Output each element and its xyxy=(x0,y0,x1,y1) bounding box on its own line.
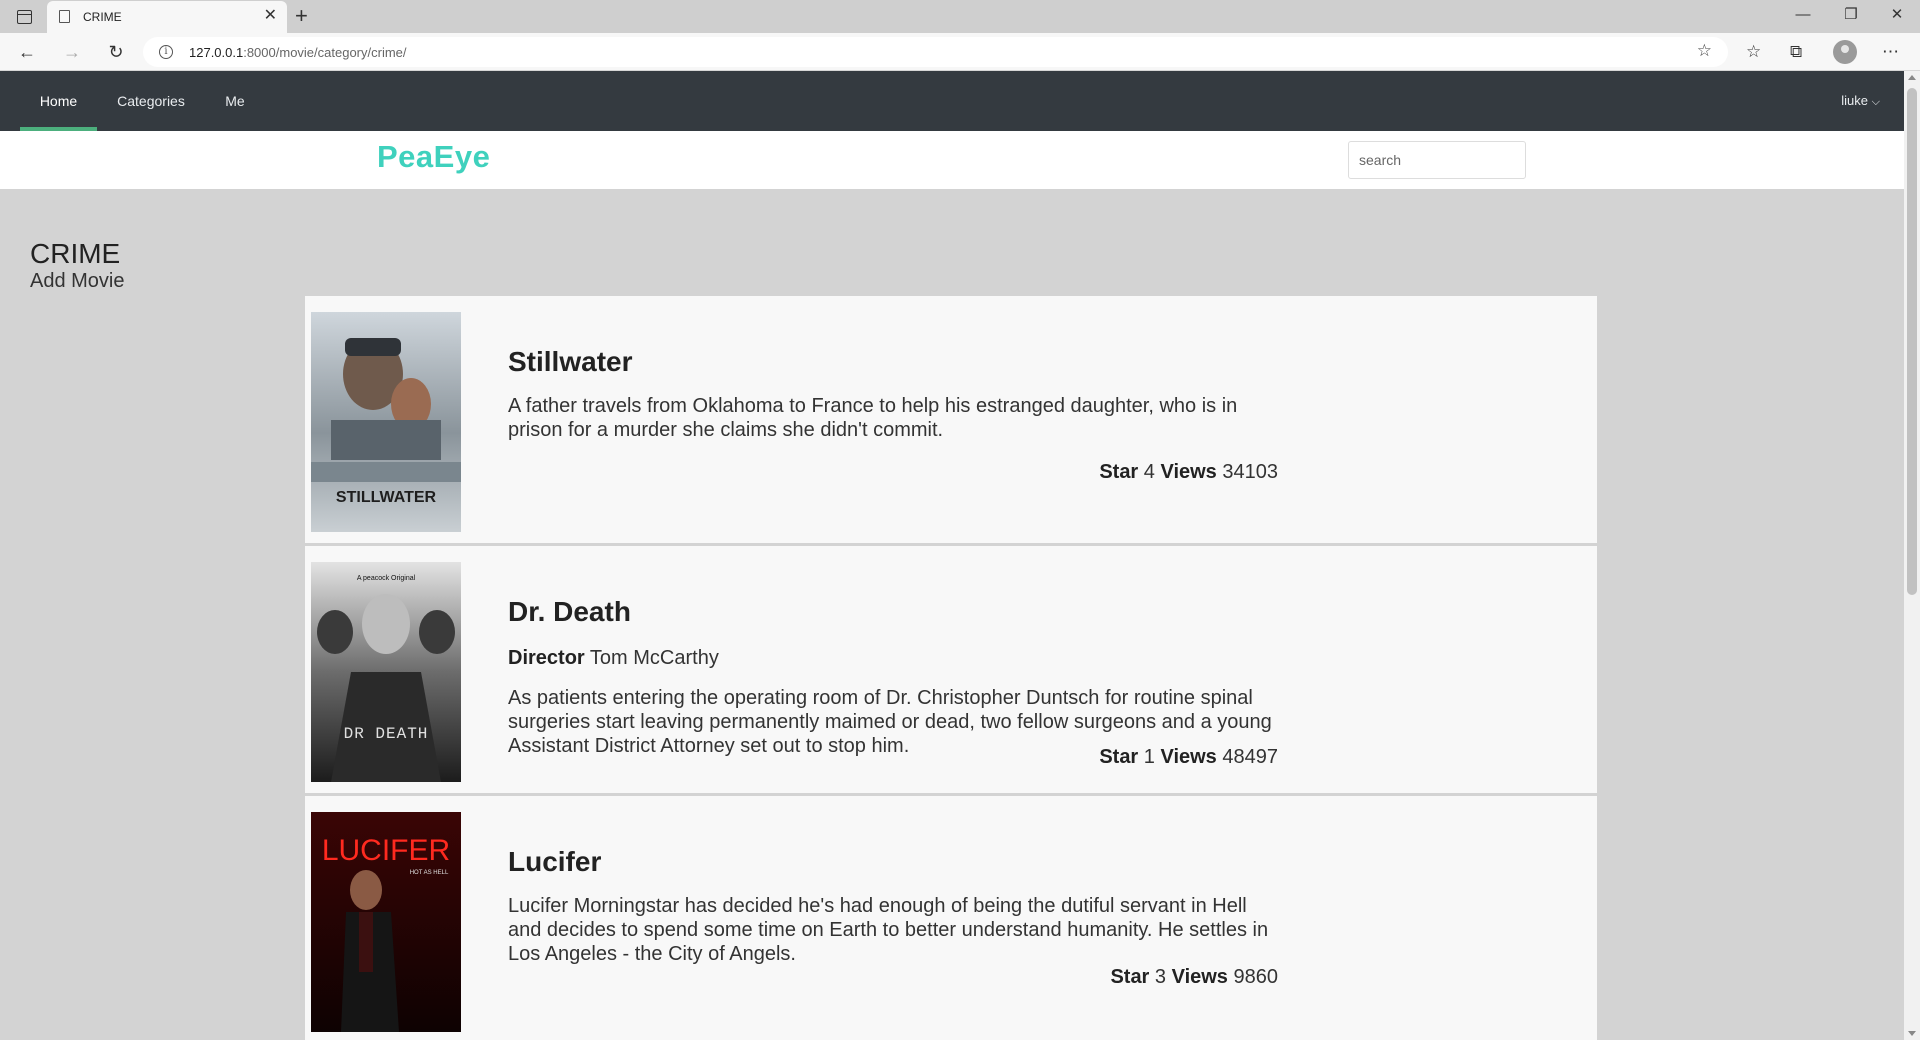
scroll-thumb[interactable] xyxy=(1907,88,1917,595)
star-label: Star xyxy=(1099,461,1139,483)
poster-text: STILLWATER xyxy=(336,489,437,506)
tab-actions-icon[interactable] xyxy=(12,6,36,28)
new-tab-icon[interactable]: + xyxy=(295,3,308,29)
site-header: PeaEye xyxy=(0,131,1904,189)
views-label: Views xyxy=(1171,966,1228,988)
browser-tab[interactable]: CRIME ✕ xyxy=(47,1,287,33)
minimize-icon[interactable]: — xyxy=(1780,4,1826,30)
search-input[interactable] xyxy=(1348,141,1526,179)
movie-title[interactable]: Stillwater xyxy=(508,346,1278,378)
movie-stats: Star 4 Views 34103 xyxy=(508,461,1278,484)
movie-description: Lucifer Morningstar has decided he's had… xyxy=(508,895,1269,965)
movie-card[interactable]: STILLWATER Stillwater A father travels f… xyxy=(305,296,1597,546)
movie-card[interactable]: A peacock Original DR DEATH Dr. Death Di… xyxy=(305,546,1597,796)
nav-categories[interactable]: Categories xyxy=(107,71,195,131)
views-value: 34103 xyxy=(1222,461,1278,483)
username: liuke xyxy=(1841,93,1869,108)
movie-description: A father travels from Oklahoma to France… xyxy=(508,395,1238,441)
site-info-icon[interactable]: i xyxy=(159,45,173,59)
star-value: 1 xyxy=(1143,746,1155,768)
movie-poster[interactable]: LUCIFER HOT AS HELL xyxy=(311,812,461,1032)
add-movie-link[interactable]: Add Movie xyxy=(30,270,125,293)
poster-text: DR DEATH xyxy=(344,725,429,743)
views-label: Views xyxy=(1160,461,1217,483)
movie-title[interactable]: Dr. Death xyxy=(508,596,1278,628)
user-menu[interactable]: liuke ⌵ xyxy=(1841,71,1880,131)
scroll-down-icon[interactable] xyxy=(1908,1031,1916,1036)
poster-subtext: HOT AS HELL xyxy=(410,870,449,876)
director-label: Director xyxy=(508,647,585,669)
brand-logo[interactable]: PeaEye xyxy=(377,139,490,175)
star-value: 4 xyxy=(1143,461,1155,483)
movie-director: Director Tom McCarthy xyxy=(508,647,1278,670)
movie-info: Stillwater A father travels from Oklahom… xyxy=(508,346,1278,442)
movie-title[interactable]: Lucifer xyxy=(508,846,1278,878)
tab-title: CRIME xyxy=(83,10,122,24)
movie-poster[interactable]: A peacock Original DR DEATH xyxy=(311,562,461,782)
chevron-down-icon: ⌵ xyxy=(1871,96,1880,108)
star-label: Star xyxy=(1099,746,1139,768)
movie-poster[interactable]: STILLWATER xyxy=(311,312,461,532)
url-text: 127.0.0.1:8000/movie/category/crime/ xyxy=(189,45,407,60)
views-value: 9860 xyxy=(1233,966,1279,988)
reload-icon[interactable]: ↻ xyxy=(102,39,130,65)
director-value: Tom McCarthy xyxy=(589,647,719,669)
star-label: Star xyxy=(1110,966,1150,988)
profile-icon[interactable] xyxy=(1833,40,1857,64)
site-navbar: Home Categories Me liuke ⌵ xyxy=(0,71,1904,131)
views-value: 48497 xyxy=(1222,746,1278,768)
poster-text: LUCIFER xyxy=(322,834,450,867)
movie-info: Dr. Death Director Tom McCarthy As patie… xyxy=(508,596,1278,758)
close-window-icon[interactable]: ✕ xyxy=(1874,4,1920,30)
collections-icon[interactable]: ⧉ xyxy=(1790,41,1802,63)
movie-stats: Star 3 Views 9860 xyxy=(508,966,1278,989)
poster-subtext: A peacock Original xyxy=(357,575,416,582)
movie-card[interactable]: LUCIFER HOT AS HELL Lucifer Lucifer Morn… xyxy=(305,796,1597,1040)
movie-info: Lucifer Lucifer Morningstar has decided … xyxy=(508,846,1278,966)
scroll-up-icon[interactable] xyxy=(1908,75,1916,80)
add-favorite-icon[interactable]: ☆ xyxy=(1697,41,1712,61)
forward-icon[interactable]: → xyxy=(58,39,86,65)
more-icon[interactable]: ⋯ xyxy=(1882,41,1899,63)
back-icon[interactable]: ← xyxy=(13,39,41,65)
nav-me[interactable]: Me xyxy=(211,71,259,131)
page-icon xyxy=(59,10,70,23)
category-title: CRIME xyxy=(30,238,121,269)
browser-tab-strip: CRIME ✕ + — ❐ ✕ xyxy=(0,0,1920,33)
favorites-icon[interactable]: ☆ xyxy=(1746,41,1761,63)
address-bar[interactable]: i 127.0.0.1:8000/movie/category/crime/ ☆ xyxy=(143,37,1728,67)
movie-list: STILLWATER Stillwater A father travels f… xyxy=(305,296,1597,1040)
close-tab-icon[interactable]: ✕ xyxy=(264,7,277,25)
star-value: 3 xyxy=(1154,966,1167,988)
restore-icon[interactable]: ❐ xyxy=(1828,4,1874,30)
nav-home[interactable]: Home xyxy=(20,71,97,131)
movie-stats: Star 1 Views 48497 xyxy=(508,746,1278,769)
browser-toolbar: ← → ↻ i 127.0.0.1:8000/movie/category/cr… xyxy=(0,33,1920,71)
page-scrollbar[interactable] xyxy=(1904,71,1920,1040)
views-label: Views xyxy=(1160,746,1217,768)
